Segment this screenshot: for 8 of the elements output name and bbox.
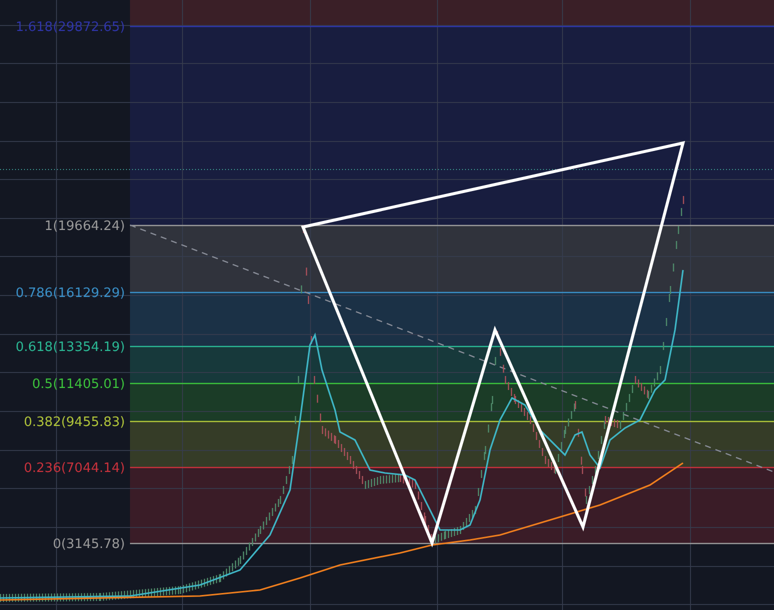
fib-level-label: 0.5(11405.01) [32, 377, 125, 392]
fib-level-label: 0(3145.78) [52, 537, 125, 552]
fib-level-label: 0.236(7044.14) [24, 461, 125, 476]
fib-level-label: 0.618(13354.19) [16, 340, 125, 355]
fib-level-label: 0.382(9455.83) [24, 415, 125, 430]
fib-level-label: 1(19664.24) [44, 219, 125, 234]
fib-level-label: 0.786(16129.29) [16, 286, 125, 301]
fib-level-label: 1.618(29872.65) [16, 20, 125, 35]
